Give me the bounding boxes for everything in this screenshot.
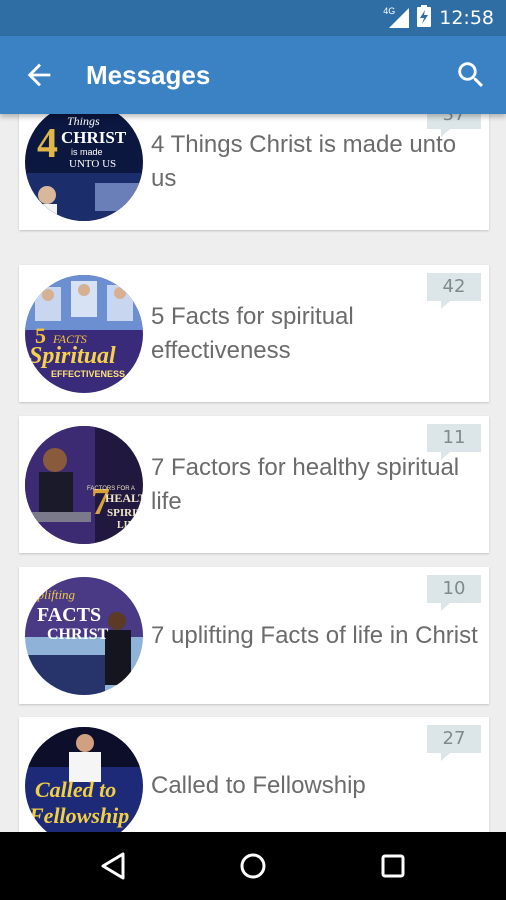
search-icon bbox=[458, 62, 484, 88]
art-word: Called to bbox=[35, 777, 116, 802]
nav-recents-button[interactable] bbox=[376, 849, 410, 883]
message-title: 7 uplifting Facts of life in Christ bbox=[151, 621, 478, 649]
back-button[interactable] bbox=[22, 58, 56, 92]
art-word: Spiritual bbox=[29, 343, 116, 369]
art-word: UNTO US bbox=[69, 158, 116, 170]
art-word: Fellowship bbox=[28, 803, 129, 828]
message-item[interactable]: 7 FACTORS FOR A HEALTHY SPIRITUAL LIFE 7… bbox=[19, 416, 489, 553]
arrow-left-icon bbox=[27, 63, 51, 87]
message-item[interactable]: 4 Things CHRIST is made UNTO US 4 Things… bbox=[19, 114, 489, 230]
message-title: 4 Things Christ is made unto us bbox=[151, 130, 457, 192]
art-word: CHRIST bbox=[47, 626, 109, 643]
art-word: Things bbox=[67, 114, 100, 128]
search-button[interactable] bbox=[454, 58, 488, 92]
message-count-badge: 27 bbox=[427, 725, 481, 761]
message-title: 7 Factors for healthy spiritual life bbox=[151, 453, 460, 515]
system-nav-bar bbox=[0, 832, 506, 900]
art-word: HEALTHY bbox=[105, 491, 143, 505]
circle-home-icon bbox=[240, 853, 266, 879]
message-count-badge: 10 bbox=[427, 575, 481, 611]
message-count-badge: 11 bbox=[427, 424, 481, 460]
message-thumbnail: 4 Things CHRIST is made UNTO US bbox=[25, 114, 143, 221]
message-count-badge: 42 bbox=[427, 273, 481, 309]
square-recents-icon bbox=[381, 854, 405, 878]
message-thumbnail: uplifting FACTS CHRIST bbox=[25, 577, 143, 695]
art-word: is made bbox=[71, 147, 103, 157]
message-item[interactable]: 5 FACTS Spiritual EFFECTIVENESS 5 Facts … bbox=[19, 265, 489, 402]
art-number: 4 bbox=[37, 121, 58, 167]
app-bar: Messages bbox=[0, 36, 506, 114]
battery-icon bbox=[417, 4, 432, 32]
message-count-badge: 37 bbox=[427, 114, 481, 137]
message-list[interactable]: 4 Things CHRIST is made UNTO US 4 Things… bbox=[0, 114, 506, 832]
art-word: LIFE bbox=[117, 520, 141, 531]
nav-home-button[interactable] bbox=[236, 849, 270, 883]
page-title: Messages bbox=[86, 60, 211, 90]
art-word: FACTS bbox=[37, 604, 101, 626]
triangle-back-icon bbox=[101, 852, 125, 880]
message-thumbnail: Called to Fellowship bbox=[25, 727, 143, 832]
message-title: Called to Fellowship bbox=[151, 771, 366, 799]
art-word: CHRIST bbox=[61, 128, 127, 147]
art-word: uplifting bbox=[31, 587, 76, 602]
message-thumbnail: 5 FACTS Spiritual EFFECTIVENESS bbox=[25, 275, 143, 393]
message-item[interactable]: uplifting FACTS CHRIST 7 uplifting Facts… bbox=[19, 567, 489, 704]
signal-icon: 4G bbox=[383, 6, 410, 28]
network-type: 4G bbox=[383, 6, 396, 16]
clock: 12:58 bbox=[439, 7, 494, 29]
art-word: EFFECTIVENESS bbox=[51, 369, 125, 379]
message-title: 5 Facts for spiritual effectiveness bbox=[151, 302, 354, 364]
art-word: SPIRITUAL bbox=[107, 507, 143, 519]
status-bar: 4G 12:58 bbox=[0, 0, 506, 36]
nav-back-button[interactable] bbox=[96, 849, 130, 883]
message-thumbnail: 7 FACTORS FOR A HEALTHY SPIRITUAL LIFE bbox=[25, 426, 143, 544]
message-item[interactable]: Called to Fellowship Called to Fellowshi… bbox=[19, 717, 489, 832]
